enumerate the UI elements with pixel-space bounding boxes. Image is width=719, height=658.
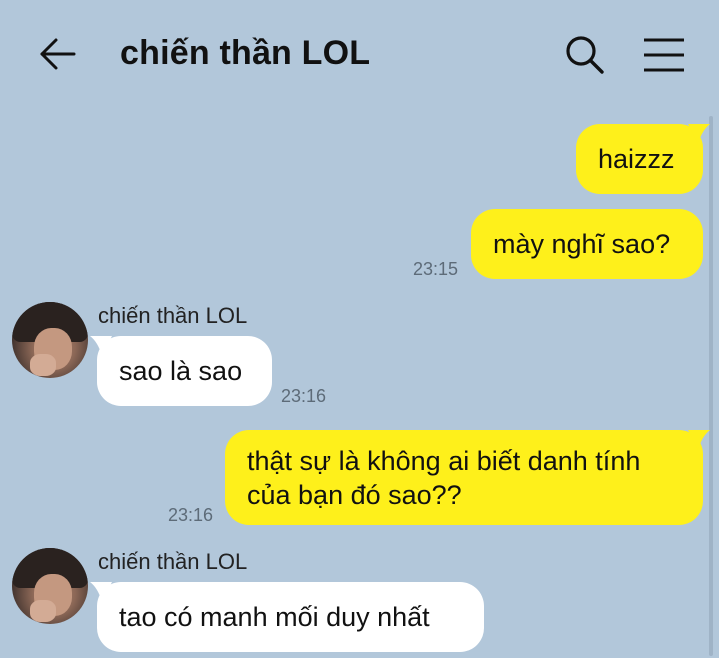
message-text: sao là sao xyxy=(119,356,243,386)
outgoing-message-bubble[interactable]: thật sự là không ai biết danh tính của b… xyxy=(225,430,703,525)
outgoing-message-bubble[interactable]: haizzz xyxy=(576,124,703,194)
message-timestamp: 23:15 xyxy=(413,259,459,279)
incoming-message-bubble[interactable]: sao là sao xyxy=(97,336,272,406)
outgoing-message-bubble[interactable]: mày nghĩ sao? xyxy=(471,209,703,279)
message-text-line: thật sự là không ai biết danh tính xyxy=(247,446,641,476)
chat-title: chiến thần LOL xyxy=(120,34,371,72)
bubble-tail xyxy=(90,582,112,602)
hamburger-menu-icon xyxy=(644,38,684,72)
contact-avatar[interactable] xyxy=(12,548,88,624)
sender-name: chiến thần LOL xyxy=(98,303,248,328)
sender-name: chiến thần LOL xyxy=(98,549,248,574)
message-timestamp: 23:16 xyxy=(168,505,214,525)
contact-avatar[interactable] xyxy=(12,302,88,378)
bubble-tail xyxy=(90,336,112,356)
scrollbar[interactable] xyxy=(709,116,713,656)
back-button[interactable] xyxy=(38,36,78,76)
arrow-left-icon xyxy=(40,38,76,70)
message-text: haizzz xyxy=(598,144,675,174)
message-timestamp: 23:16 xyxy=(281,386,327,406)
message-text: tao có manh mối duy nhất xyxy=(119,602,430,632)
message-text-line: của bạn đó sao?? xyxy=(247,480,462,510)
chat-header: chiến thần LOL xyxy=(0,0,719,112)
incoming-message-bubble[interactable]: tao có manh mối duy nhất xyxy=(97,582,484,652)
bubble-tail xyxy=(688,124,710,144)
message-text: mày nghĩ sao? xyxy=(493,229,671,259)
search-button[interactable] xyxy=(564,34,606,76)
menu-button[interactable] xyxy=(642,36,686,74)
bubble-tail xyxy=(688,430,710,450)
search-icon xyxy=(566,36,604,74)
